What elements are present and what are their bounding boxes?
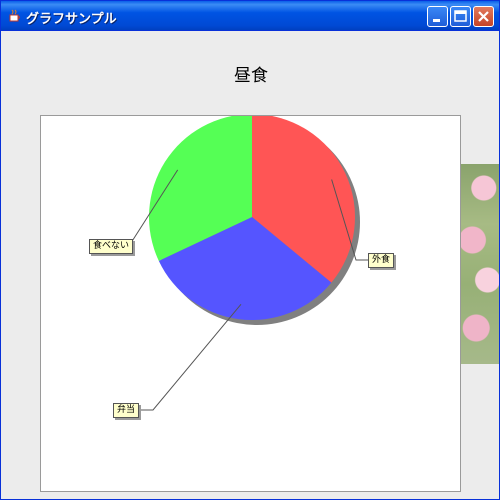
maximize-button[interactable] bbox=[450, 6, 471, 27]
java-cup-icon bbox=[9, 9, 20, 22]
title-bar[interactable]: グラフサンプル bbox=[1, 1, 499, 31]
window-title: グラフサンプル bbox=[26, 12, 117, 27]
maximize-icon bbox=[454, 10, 467, 22]
plot-area: 外食弁当 食べない bbox=[40, 115, 461, 492]
background-image bbox=[461, 164, 499, 364]
pie-chart bbox=[111, 116, 368, 411]
slice-label: 食べない bbox=[89, 239, 134, 254]
chart-title: 昼食 bbox=[234, 66, 268, 86]
close-button[interactable] bbox=[473, 6, 494, 27]
minimize-button[interactable] bbox=[427, 6, 448, 27]
chart-panel: 昼食 外食弁当 食べない bbox=[1, 31, 499, 499]
minimize-icon bbox=[433, 19, 440, 22]
slice-label: 外食 bbox=[368, 253, 395, 268]
app-window: グラフサンプル 昼食 外食弁当 食べない bbox=[0, 0, 500, 500]
leader-line bbox=[135, 303, 242, 411]
close-icon bbox=[478, 11, 489, 22]
slice-label: 弁当 bbox=[113, 403, 140, 418]
